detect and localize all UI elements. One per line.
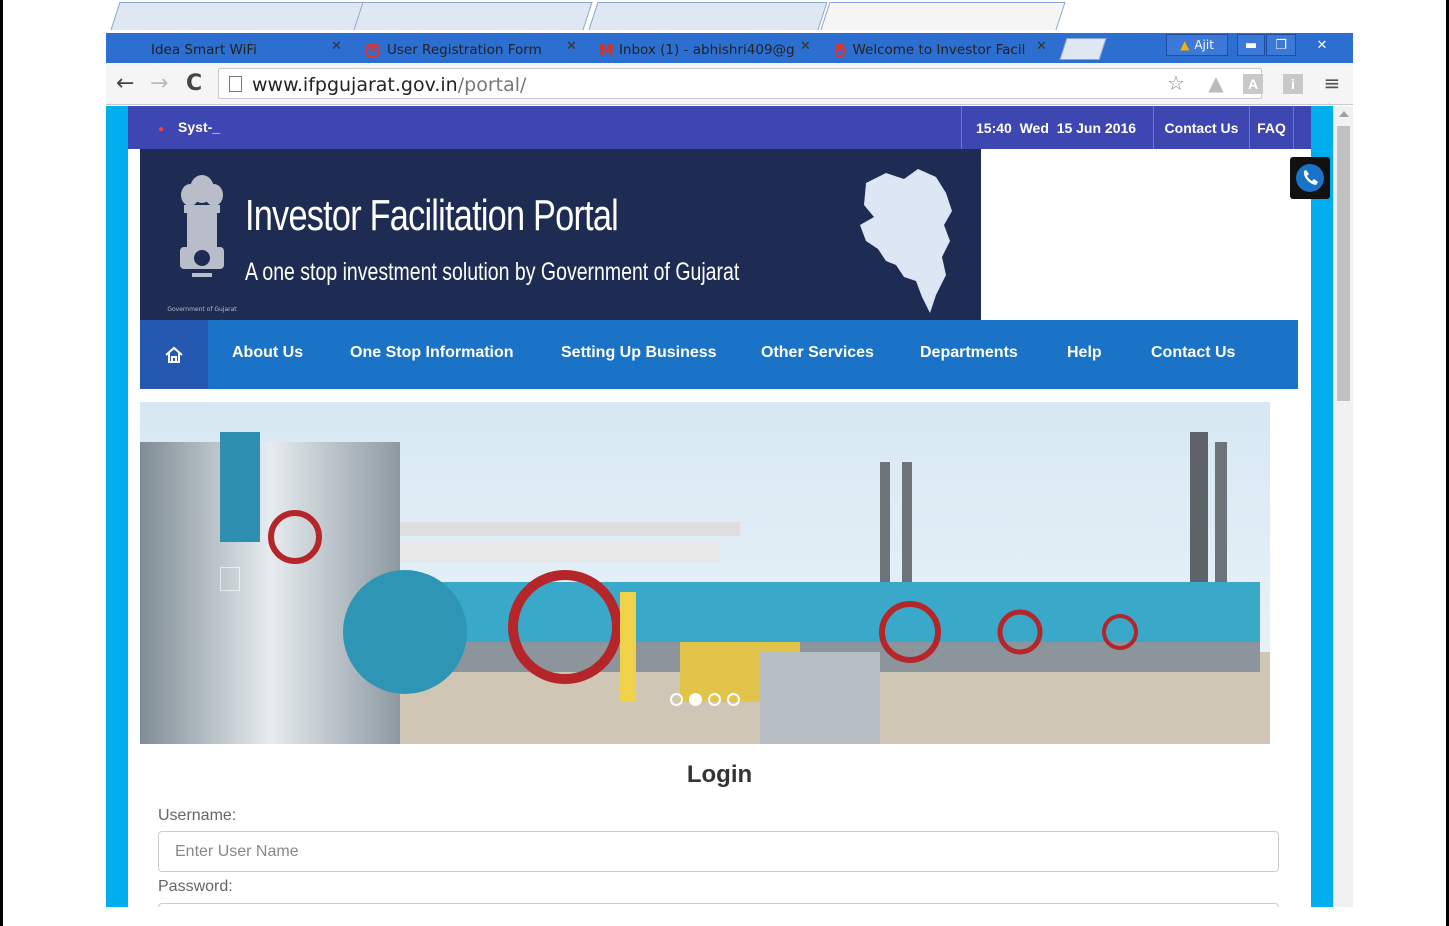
close-window-button[interactable]: ✕ <box>1297 34 1347 56</box>
top-faq-link[interactable]: FAQ <box>1249 106 1294 149</box>
a-icon[interactable]: A <box>1243 74 1263 94</box>
forward-icon[interactable]: → <box>150 71 168 96</box>
page-viewport: ● Syst‐_ 15:40 Wed 15 Jun 2016 Contact Us… <box>106 106 1333 907</box>
tab-title: User Registration Form <box>387 42 542 58</box>
profile-name: Ajit <box>1194 38 1214 52</box>
back-icon[interactable]: ← <box>116 71 134 96</box>
nav-about-us[interactable]: About Us <box>232 344 303 362</box>
site-favicon-icon: S <box>835 42 846 58</box>
hero-slider <box>140 402 1270 744</box>
nav-departments[interactable]: Departments <box>920 344 1018 362</box>
star-icon[interactable]: ☆ <box>1166 73 1186 93</box>
warning-icon: ▲ <box>1180 38 1190 52</box>
tab-label-wrap: S Welcome to Investor Facil <box>835 37 1025 63</box>
drive-icon[interactable]: ▲ <box>1206 73 1226 93</box>
username-label: Username: <box>158 807 237 824</box>
login-title: Login <box>686 761 753 788</box>
slider-pager <box>670 693 740 706</box>
scrollbar-thumb[interactable] <box>1337 126 1350 401</box>
new-tab-button[interactable] <box>1059 38 1107 60</box>
nav-one-stop-information[interactable]: One Stop Information <box>350 344 514 362</box>
slider-dot-2[interactable] <box>689 693 702 706</box>
nav-contact-us[interactable]: Contact Us <box>1151 344 1235 362</box>
screen-frame: Idea Smart WiFi ✕ S User Registration Fo… <box>0 0 1449 926</box>
slider-dot-3[interactable] <box>708 693 721 706</box>
nav-other-services[interactable]: Other Services <box>761 344 874 362</box>
address-bar[interactable]: www.ifpgujarat.gov.in/portal/ <box>218 68 1262 99</box>
main-navigation: About Us One Stop Information Setting Up… <box>140 320 1298 389</box>
home-button[interactable] <box>140 320 208 389</box>
phone-icon <box>1296 164 1324 192</box>
slider-dot-4[interactable] <box>727 693 740 706</box>
gmail-icon: M <box>599 41 614 59</box>
home-icon <box>165 346 183 363</box>
time: 15:40 <box>976 119 1012 136</box>
password-input[interactable] <box>158 903 1279 907</box>
info-icon[interactable]: i <box>1283 74 1303 94</box>
emblem-caption: Government of Gujarat <box>167 306 237 313</box>
tab-investor-facilitation[interactable] <box>820 2 1066 30</box>
top-contact-link[interactable]: Contact Us <box>1153 106 1249 149</box>
tab-close-icon[interactable]: ✕ <box>331 39 342 54</box>
date-time: 15:40 Wed 15 Jun 2016 <box>961 106 1150 149</box>
bullet-icon: ● <box>158 124 165 135</box>
scroll-up-icon[interactable] <box>1339 111 1349 117</box>
page-content: Government of Gujarat Investor Facilitat… <box>128 149 1311 907</box>
tab-close-icon[interactable]: ✕ <box>566 39 577 54</box>
menu-icon[interactable]: ≡ <box>1322 73 1342 93</box>
tab-label-wrap: S User Registration Form <box>365 37 555 63</box>
emblem-icon: Government of Gujarat <box>167 175 237 313</box>
tab-title: Inbox (1) - abhishri409@g <box>618 42 794 58</box>
gujarat-map-icon <box>860 169 952 313</box>
site-favicon-icon: S <box>365 42 380 58</box>
reload-icon[interactable]: C <box>186 71 202 96</box>
minimize-button[interactable]: ▬ <box>1237 34 1265 56</box>
top-info-bar: ● Syst‐_ 15:40 Wed 15 Jun 2016 Contact Us… <box>128 106 1311 149</box>
nav-help[interactable]: Help <box>1067 344 1102 362</box>
nav-setting-up-business[interactable]: Setting Up Business <box>561 344 717 362</box>
slider-dot-1[interactable] <box>670 693 683 706</box>
url-path: /portal/ <box>457 74 527 96</box>
tab-title: Welcome to Investor Facil <box>852 42 1025 58</box>
tab-title: Idea Smart WiFi <box>151 42 257 58</box>
tab-label-wrap: M Inbox (1) - abhishri409@g <box>599 37 794 63</box>
portal-title: Investor Facilitation Portal <box>245 191 619 240</box>
username-input[interactable] <box>158 831 1279 872</box>
url-text: www.ifpgujarat.gov.in/portal/ <box>252 74 526 96</box>
page-scrollbar[interactable] <box>1333 106 1353 907</box>
portal-subtitle: A one stop investment solution by Govern… <box>245 258 740 286</box>
tab-close-icon[interactable]: ✕ <box>800 39 811 54</box>
slider-prev-button[interactable] <box>220 567 240 591</box>
tab-close-icon[interactable]: ✕ <box>1036 39 1047 54</box>
tab-gmail-inbox[interactable] <box>588 2 828 30</box>
news-ticker: ● Syst‐_ <box>158 119 220 135</box>
profile-button[interactable]: ▲ Ajit <box>1166 34 1228 56</box>
tab-user-registration[interactable] <box>353 2 593 30</box>
header-banner: Government of Gujarat Investor Facilitat… <box>140 149 981 320</box>
password-label: Password: <box>158 878 233 895</box>
day: Wed <box>1019 119 1049 136</box>
date: 15 Jun 2016 <box>1056 119 1137 136</box>
call-button[interactable] <box>1290 157 1330 199</box>
page-icon <box>229 76 242 92</box>
browser-toolbar: ← → C www.ifpgujarat.gov.in/portal/ ☆ ▲ … <box>106 63 1353 105</box>
restore-button[interactable]: ❐ <box>1266 34 1296 56</box>
url-host: www.ifpgujarat.gov.in <box>252 74 458 96</box>
ticker-text: Syst‐_ <box>178 119 221 135</box>
tab-idea-smart-wifi[interactable] <box>110 2 370 30</box>
